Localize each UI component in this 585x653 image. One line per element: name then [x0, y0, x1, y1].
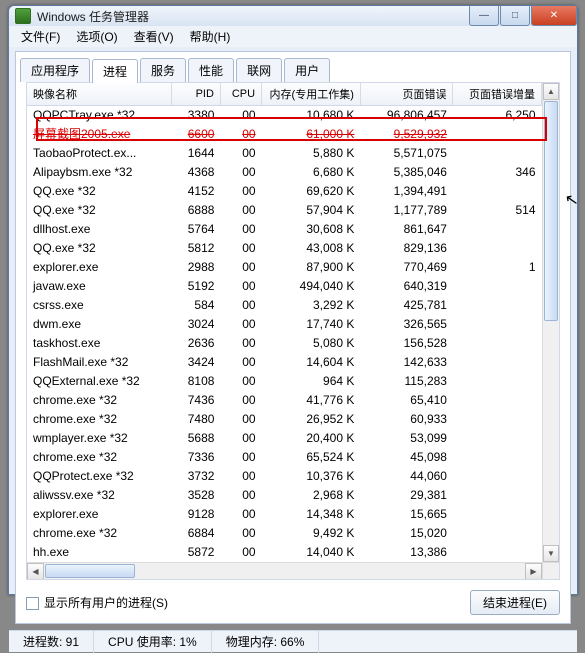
column-header[interactable]: PID: [171, 83, 220, 106]
table-row[interactable]: QQ.exe *3268880057,904 K1,177,789514: [27, 201, 542, 220]
column-header[interactable]: 映像名称: [27, 83, 171, 106]
menubar: 文件(F)选项(O)查看(V)帮助(H): [9, 26, 577, 47]
table-row[interactable]: dwm.exe30240017,740 K326,565: [27, 315, 542, 334]
table-row[interactable]: QQ.exe *3241520069,620 K1,394,491: [27, 182, 542, 201]
menu-查看[interactable]: 查看(V): [126, 26, 182, 47]
table-row[interactable]: QQ.exe *3258120043,008 K829,136: [27, 239, 542, 258]
tab-4[interactable]: 联网: [236, 58, 282, 82]
table-row[interactable]: taskhost.exe2636005,080 K156,528: [27, 334, 542, 353]
status-memory: 物理内存: 66%: [212, 631, 320, 653]
table-row[interactable]: QQExternal.exe *32810800964 K115,283: [27, 372, 542, 391]
scroll-right-icon[interactable]: ▶: [525, 563, 542, 580]
status-cpu: CPU 使用率: 1%: [94, 631, 212, 653]
table-row[interactable]: explorer.exe91280014,348 K15,665: [27, 505, 542, 524]
horizontal-scrollbar[interactable]: ◀ ▶: [27, 562, 559, 579]
scroll-down-icon[interactable]: ▼: [543, 545, 559, 562]
table-row[interactable]: 屏幕截图2005.exe66000061,000 K9,529,932: [27, 125, 542, 144]
statusbar: 进程数: 91 CPU 使用率: 1% 物理内存: 66%: [9, 630, 577, 652]
close-button[interactable]: ✕: [531, 6, 577, 26]
table-row[interactable]: chrome.exe *3273360065,524 K45,098: [27, 448, 542, 467]
tab-0[interactable]: 应用程序: [20, 58, 90, 82]
tab-strip: 应用程序进程服务性能联网用户: [16, 54, 570, 82]
table-row[interactable]: QQPCTray.exe *3233800010,680 K96,806,457…: [27, 106, 542, 126]
table-row[interactable]: chrome.exe *326884009,492 K15,020: [27, 524, 542, 543]
table-row[interactable]: javaw.exe519200494,040 K640,319: [27, 277, 542, 296]
checkbox-icon: [26, 597, 39, 610]
app-icon: [15, 8, 31, 24]
column-header[interactable]: 页面错误增量: [453, 83, 542, 106]
column-header[interactable]: 页面错误: [360, 83, 453, 106]
table-row[interactable]: dllhost.exe57640030,608 K861,647: [27, 220, 542, 239]
column-header[interactable]: 内存(专用工作集): [262, 83, 361, 106]
table-row[interactable]: aliwssv.exe *323528002,968 K29,381: [27, 486, 542, 505]
table-row[interactable]: chrome.exe *3274360041,776 K65,410: [27, 391, 542, 410]
menu-文件[interactable]: 文件(F): [13, 26, 68, 47]
titlebar[interactable]: Windows 任务管理器 — □ ✕: [9, 6, 577, 26]
scroll-up-icon[interactable]: ▲: [543, 83, 559, 100]
menu-帮助[interactable]: 帮助(H): [182, 26, 239, 47]
column-header[interactable]: CPU: [220, 83, 261, 106]
task-manager-window: Windows 任务管理器 — □ ✕ 文件(F)选项(O)查看(V)帮助(H)…: [8, 5, 578, 595]
table-row[interactable]: FlashMail.exe *3234240014,604 K142,633: [27, 353, 542, 372]
show-all-users-label: 显示所有用户的进程(S): [44, 596, 168, 610]
scroll-left-icon[interactable]: ◀: [27, 563, 44, 580]
process-grid: 映像名称PIDCPU内存(专用工作集)页面错误页面错误增量 QQPCTray.e…: [26, 82, 560, 580]
table-row[interactable]: wmplayer.exe *3256880020,400 K53,099: [27, 429, 542, 448]
tab-1[interactable]: 进程: [92, 59, 138, 83]
tab-5[interactable]: 用户: [284, 58, 330, 82]
table-row[interactable]: QQProtect.exe *3237320010,376 K44,060: [27, 467, 542, 486]
process-table: 映像名称PIDCPU内存(专用工作集)页面错误页面错误增量 QQPCTray.e…: [27, 83, 542, 562]
tab-2[interactable]: 服务: [140, 58, 186, 82]
scroll-corner: [542, 563, 559, 580]
minimize-button[interactable]: —: [469, 6, 499, 26]
window-title: Windows 任务管理器: [37, 8, 468, 25]
tab-3[interactable]: 性能: [188, 58, 234, 82]
vertical-scrollbar[interactable]: ▲ ▼: [542, 83, 559, 562]
menu-选项[interactable]: 选项(O): [68, 26, 125, 47]
scroll-thumb[interactable]: [544, 101, 558, 321]
status-processes: 进程数: 91: [9, 631, 94, 653]
table-row[interactable]: explorer.exe29880087,900 K770,4691: [27, 258, 542, 277]
table-row[interactable]: TaobaoProtect.ex...1644005,880 K5,571,07…: [27, 144, 542, 163]
table-row[interactable]: hh.exe58720014,040 K13,386: [27, 543, 542, 562]
maximize-button[interactable]: □: [500, 6, 530, 26]
table-row[interactable]: csrss.exe584003,292 K425,781: [27, 296, 542, 315]
table-row[interactable]: chrome.exe *3274800026,952 K60,933: [27, 410, 542, 429]
content-area: 应用程序进程服务性能联网用户 映像名称PIDCPU内存(专用工作集)页面错误页面…: [15, 51, 571, 624]
table-row[interactable]: Alipaybsm.exe *324368006,680 K5,385,0463…: [27, 163, 542, 182]
hscroll-thumb[interactable]: [45, 564, 135, 578]
